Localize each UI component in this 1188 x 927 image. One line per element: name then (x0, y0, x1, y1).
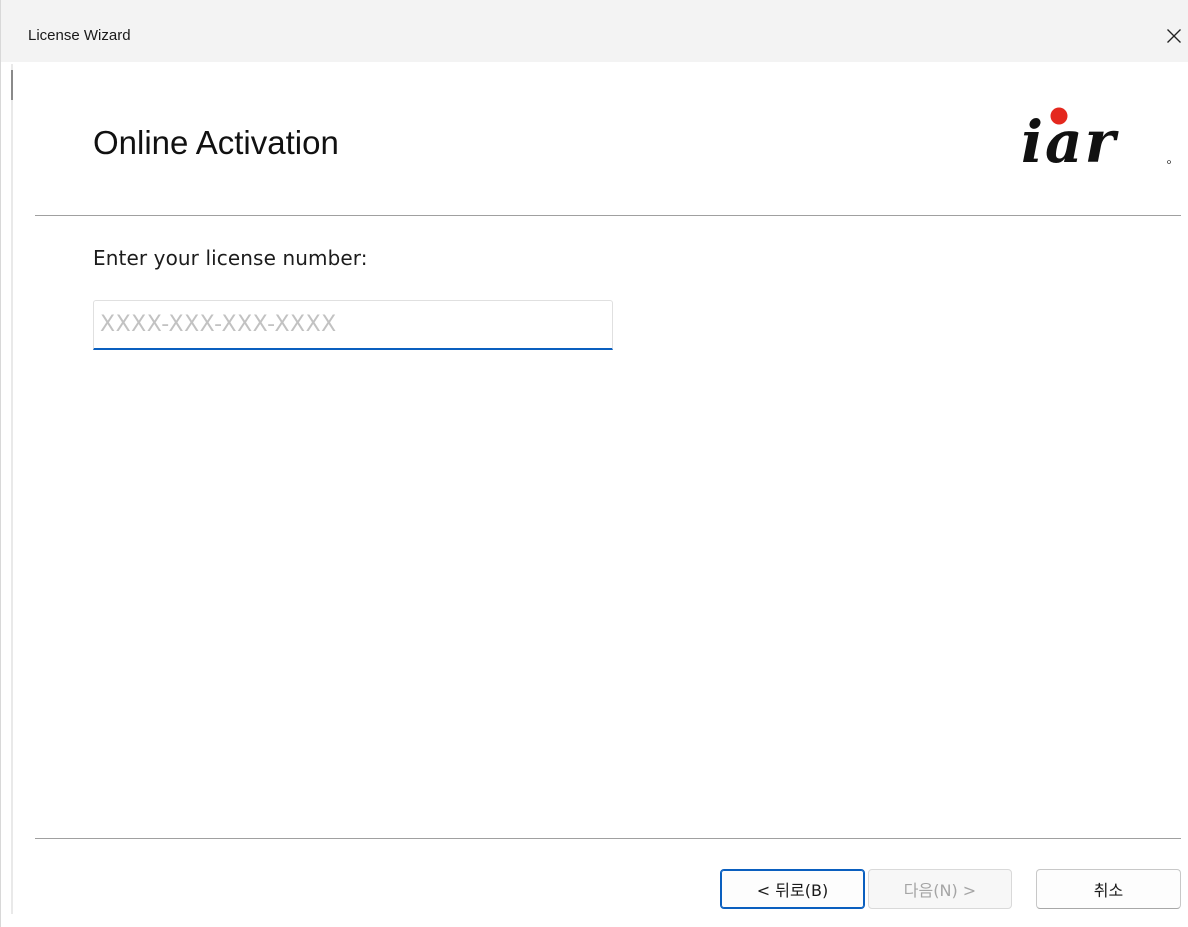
window-left-edge-marker (11, 70, 13, 100)
logo-dot (1050, 107, 1068, 125)
cancel-button[interactable]: 취소 (1036, 869, 1181, 909)
page-title: Online Activation (93, 124, 339, 161)
close-icon (1167, 29, 1181, 43)
license-number-label: Enter your license number: (93, 246, 368, 270)
logo-text: iar (1021, 108, 1120, 176)
window-title: License Wizard (28, 27, 131, 44)
license-number-input[interactable] (93, 300, 613, 350)
iar-logo: iar (1019, 104, 1181, 176)
next-button[interactable]: 다음(N) > (868, 869, 1012, 909)
footer-divider (35, 838, 1181, 839)
close-button[interactable] (1159, 18, 1188, 54)
window-left-edge (11, 64, 13, 914)
back-button[interactable]: < 뒤로(B) (720, 869, 865, 909)
title-bar: License Wizard (1, 0, 1188, 62)
license-wizard-window: License Wizard Online Activation iar Ent… (0, 0, 1188, 927)
header-divider (35, 215, 1181, 216)
